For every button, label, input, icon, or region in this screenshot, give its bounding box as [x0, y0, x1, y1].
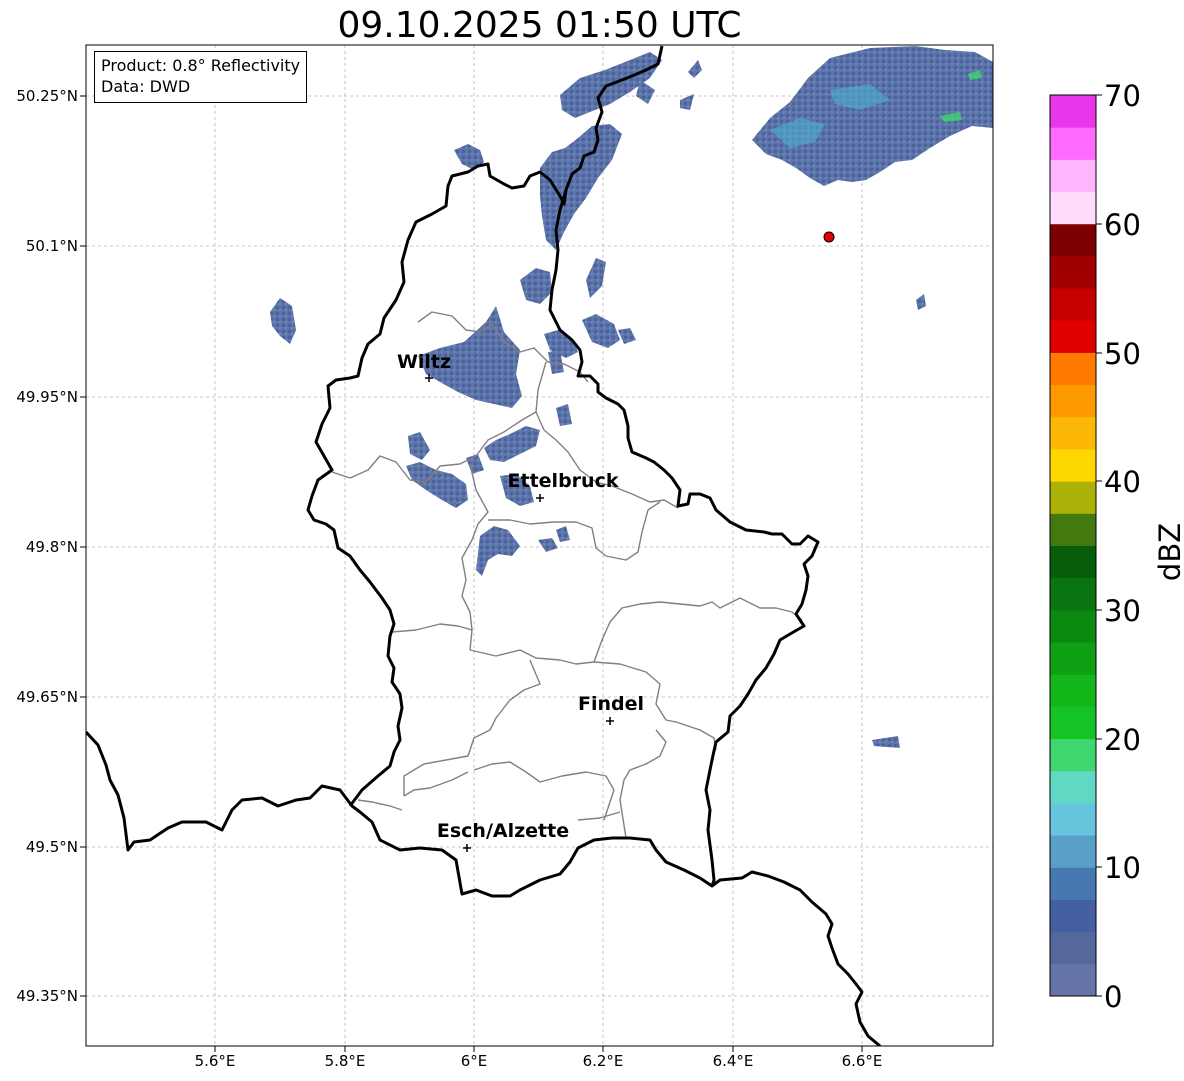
- colorbar-segment: [1050, 223, 1096, 257]
- lat-tick-label: 49.65°N: [16, 688, 78, 706]
- gridlines: [86, 45, 993, 1046]
- colorbar-tick-label: 10: [1104, 851, 1141, 885]
- radar-map: [80, 44, 1102, 1052]
- lat-tick-label: 49.95°N: [16, 388, 78, 406]
- city-label-wiltz: Wiltz: [396, 351, 452, 373]
- colorbar-segment: [1050, 738, 1096, 772]
- lat-tick-label: 49.35°N: [16, 987, 78, 1005]
- lat-tick-label: 50.25°N: [16, 87, 78, 105]
- colorbar-segment: [1050, 609, 1096, 643]
- colorbar-segment: [1050, 127, 1096, 160]
- colorbar-tick-label: 0: [1104, 980, 1123, 1014]
- lon-tick-label: 6°E: [460, 1052, 488, 1070]
- colorbar-segment: [1050, 545, 1096, 579]
- lon-tick-label: 5.8°E: [324, 1052, 366, 1070]
- info-box: Product: 0.8° Reflectivity Data: DWD: [94, 51, 308, 103]
- data-source-label: Data: DWD: [101, 77, 191, 96]
- colorbar: [1050, 95, 1096, 997]
- colorbar-segment: [1050, 481, 1096, 514]
- colorbar-tick-label: 50: [1104, 337, 1141, 371]
- city-label-findel: Findel: [577, 693, 645, 715]
- colorbar-segment: [1050, 963, 1096, 997]
- colorbar-segment: [1050, 255, 1096, 289]
- colorbar-tick-label: 20: [1104, 723, 1141, 757]
- lon-tick-label: 6.4°E: [712, 1052, 754, 1070]
- colorbar-segment: [1050, 642, 1096, 675]
- lat-tick-label: 49.5°N: [25, 838, 78, 856]
- city-label-ettelbruck: Ettelbruck: [507, 470, 619, 492]
- colorbar-unit-label: dBZ: [1153, 522, 1184, 582]
- lat-tick-label: 49.8°N: [25, 538, 78, 556]
- colorbar-segment: [1050, 384, 1096, 418]
- colorbar-segment: [1050, 352, 1096, 386]
- colorbar-segment: [1050, 674, 1096, 707]
- city-label-esch-alzette: Esch/Alzette: [436, 820, 570, 842]
- colorbar-segment: [1050, 320, 1096, 353]
- lon-tick-label: 5.6°E: [194, 1052, 236, 1070]
- colorbar-segment: [1050, 931, 1096, 965]
- colorbar-segment: [1050, 770, 1096, 804]
- colorbar-tick-label: 30: [1104, 594, 1141, 628]
- product-label: Product: 0.8° Reflectivity: [101, 56, 301, 75]
- colorbar-segment: [1050, 577, 1096, 611]
- map-title: 09.10.2025 01:50 UTC: [337, 5, 742, 46]
- colorbar-segment: [1050, 416, 1096, 450]
- colorbar-tick-label: 60: [1104, 208, 1141, 242]
- colorbar-tick-label: 40: [1104, 465, 1141, 499]
- radar-site-marker: [823, 231, 835, 243]
- colorbar-tick-label: 70: [1104, 79, 1141, 113]
- colorbar-segment: [1050, 95, 1096, 128]
- colorbar-segment: [1050, 448, 1096, 482]
- lat-tick-label: 50.1°N: [25, 237, 78, 255]
- plot-frame: [85, 44, 994, 1047]
- lon-tick-label: 6.6°E: [841, 1052, 883, 1070]
- colorbar-segment: [1050, 867, 1096, 900]
- colorbar-segment: [1050, 706, 1096, 740]
- lon-tick-label: 6.2°E: [582, 1052, 624, 1070]
- colorbar-segment: [1050, 513, 1096, 546]
- colorbar-segment: [1050, 802, 1096, 836]
- colorbar-segment: [1050, 159, 1096, 193]
- colorbar-segment: [1050, 191, 1096, 225]
- canton-boundaries: [331, 311, 803, 839]
- colorbar-segment: [1050, 835, 1096, 868]
- colorbar-segment: [1050, 899, 1096, 933]
- colorbar-segment: [1050, 288, 1096, 321]
